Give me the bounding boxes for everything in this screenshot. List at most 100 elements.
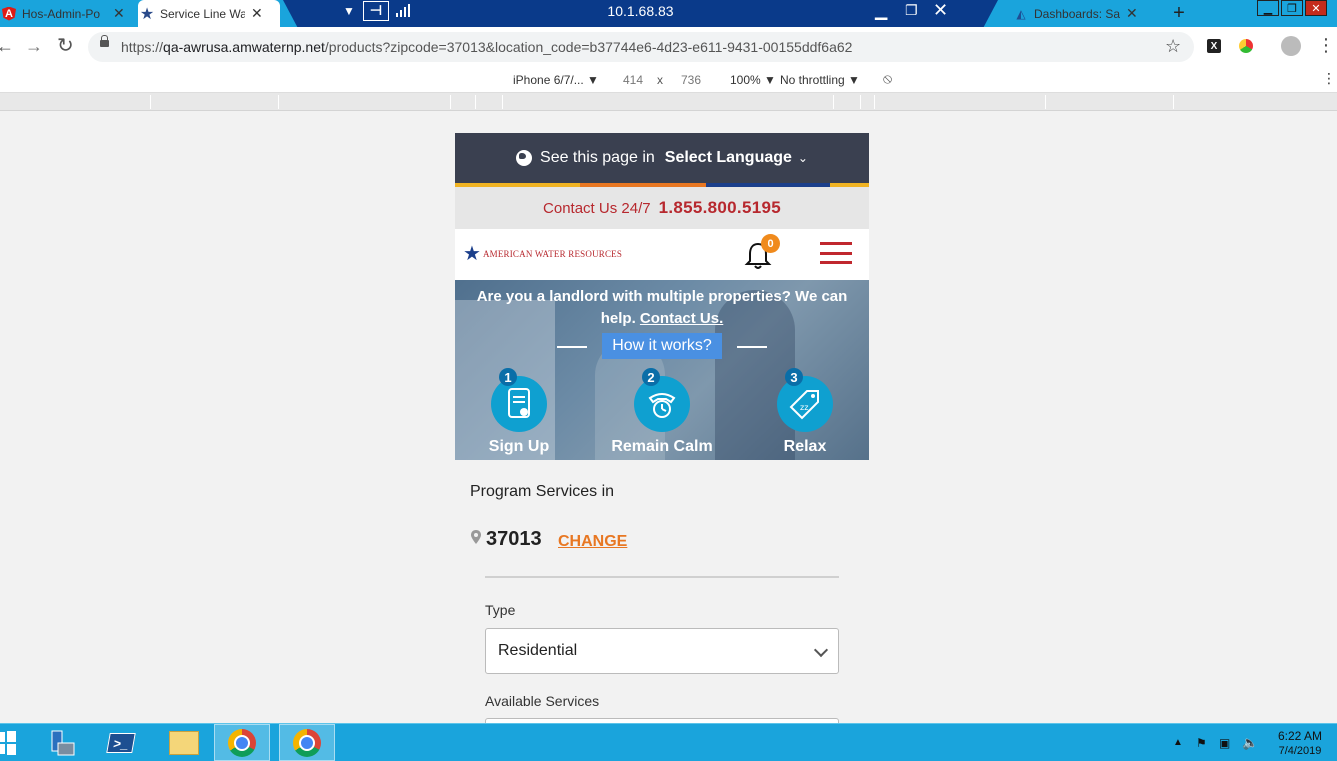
- kebab-menu-icon[interactable]: ⋮: [1322, 70, 1336, 87]
- ruler-tick: [502, 95, 503, 109]
- zoom-select[interactable]: 100% ▼: [730, 73, 776, 87]
- svg-text:zz: zz: [800, 403, 808, 412]
- powershell-button[interactable]: >_: [93, 724, 149, 761]
- step-relax: 3 zz Relax: [750, 368, 860, 456]
- browser-tab-strip: A Hos-Admin-Po ✕ ★ Service Line Wa ✕ ◭ D…: [0, 0, 1337, 27]
- volume-icon[interactable]: 🔈: [1242, 735, 1258, 751]
- server-manager-button[interactable]: [33, 724, 89, 761]
- type-select-value: Residential: [498, 642, 578, 659]
- tag-icon: 3 zz: [777, 368, 833, 432]
- throttling-select[interactable]: No throttling ▼: [780, 73, 860, 87]
- contact-us-link[interactable]: Contact Us.: [640, 310, 723, 327]
- tab-service-line[interactable]: ★ Service Line Wa ✕: [138, 0, 280, 27]
- chrome-taskbar-button[interactable]: [279, 724, 335, 761]
- ruler-tick: [1173, 95, 1174, 109]
- step-label: Relax: [783, 438, 827, 455]
- clock-date[interactable]: 7/4/2019: [1270, 745, 1330, 757]
- tab-title: Hos-Admin-Po: [22, 6, 101, 21]
- close-icon[interactable]: ✕: [113, 5, 125, 22]
- server-manager-icon: [51, 730, 75, 755]
- windows-taskbar: >_ ▲ ⚑ ▣ 🔈 6:22 AM 7/4/2019: [0, 723, 1337, 761]
- step-number: 1: [499, 368, 517, 386]
- profile-avatar[interactable]: [1281, 36, 1301, 56]
- kebab-menu-icon[interactable]: ⋮: [1317, 35, 1335, 56]
- reload-button[interactable]: ↻: [57, 33, 74, 58]
- step-remain-calm: 2 Remain Calm: [607, 368, 717, 456]
- tab-hos-admin[interactable]: A Hos-Admin-Po ✕: [0, 0, 132, 27]
- step-label: Sign Up: [488, 438, 550, 455]
- forward-button[interactable]: →: [25, 36, 43, 57]
- globe-icon: [516, 150, 533, 166]
- document-icon: 1: [491, 368, 547, 432]
- minimize-button[interactable]: ▁: [875, 1, 887, 21]
- language-bar: See this page in Select Language ⌄: [455, 133, 869, 183]
- type-select[interactable]: Residential: [485, 628, 839, 674]
- divider-line: [557, 346, 587, 348]
- tray-expand-icon[interactable]: ▲: [1173, 737, 1183, 748]
- restore-button[interactable]: ❐: [905, 2, 918, 19]
- extension-color-icon[interactable]: [1239, 39, 1253, 53]
- dashboard-icon: ◭: [1016, 6, 1026, 21]
- clock-time[interactable]: 6:22 AM: [1270, 729, 1330, 743]
- tab-title: Service Line Wa: [160, 6, 245, 21]
- new-tab-button[interactable]: +: [1168, 2, 1190, 25]
- language-select[interactable]: Select Language: [665, 149, 792, 167]
- rotate-icon[interactable]: ⦸: [883, 70, 892, 87]
- awr-logo[interactable]: ★ AMERICAN WATER RESOURCES: [463, 244, 622, 264]
- minimize-button[interactable]: ▁: [1257, 0, 1279, 16]
- remote-desktop-title: 10.1.68.83: [607, 3, 674, 19]
- hamburger-menu-icon[interactable]: [820, 242, 852, 264]
- window-controls: ▁ ❐ ✕: [1257, 0, 1327, 16]
- close-icon[interactable]: ✕: [251, 5, 263, 22]
- address-bar[interactable]: https://qa-awrusa.amwaternp.net/products…: [88, 32, 1194, 62]
- device-toolbar: iPhone 6/7/... ▼ 414 x 736 100% ▼ No thr…: [0, 67, 1337, 93]
- lock-icon[interactable]: [100, 35, 109, 47]
- device-select[interactable]: iPhone 6/7/... ▼: [513, 73, 599, 87]
- program-services-section: Program Services in 37013 CHANGE Type Re…: [455, 460, 869, 723]
- file-explorer-button[interactable]: [156, 724, 212, 761]
- windows-start-icon[interactable]: [0, 730, 18, 756]
- chrome-taskbar-button[interactable]: [214, 724, 270, 761]
- maximize-button[interactable]: ❐: [1281, 0, 1303, 16]
- back-button[interactable]: ←: [0, 36, 14, 57]
- ruler-tick: [860, 95, 861, 109]
- how-it-works-button[interactable]: How it works?: [602, 333, 722, 359]
- bookmark-star-icon[interactable]: ☆: [1165, 36, 1181, 57]
- action-center-flag-icon[interactable]: ⚑: [1196, 736, 1207, 750]
- tab-title: Dashboards: Sa: [1034, 6, 1120, 21]
- divider: [485, 576, 839, 578]
- media-query-ruler: [0, 93, 1337, 111]
- phone-clock-icon: 2: [634, 368, 690, 432]
- close-button[interactable]: ✕: [933, 0, 948, 21]
- hero-text: Are you a landlord with multiple propert…: [469, 286, 855, 330]
- step-number: 3: [785, 368, 803, 386]
- ruler-tick: [1045, 95, 1046, 109]
- menu-bar: [820, 261, 852, 264]
- step-label: Remain Calm: [611, 438, 713, 455]
- star-icon: ★: [463, 243, 481, 265]
- chrome-icon: [228, 728, 256, 757]
- star-icon: ★: [139, 5, 155, 23]
- notification-badge: 0: [761, 234, 780, 253]
- ruler-tick: [475, 95, 476, 109]
- ruler-tick: [450, 95, 451, 109]
- hero-banner: Are you a landlord with multiple propert…: [455, 280, 869, 460]
- viewport-height-input[interactable]: 736: [681, 73, 701, 87]
- extension-x-icon[interactable]: X: [1207, 39, 1221, 53]
- logo-text: AMERICAN WATER RESOURCES: [482, 249, 623, 259]
- url-text[interactable]: https://qa-awrusa.amwaternp.net/products…: [121, 39, 852, 55]
- close-button[interactable]: ✕: [1305, 0, 1327, 16]
- ruler-tick: [278, 95, 279, 109]
- change-zipcode-link[interactable]: CHANGE: [558, 533, 627, 551]
- type-label: Type: [485, 602, 516, 618]
- chrome-icon: [293, 728, 321, 757]
- close-icon[interactable]: ✕: [1126, 5, 1138, 22]
- url-scheme: https://: [121, 39, 164, 55]
- browser-toolbar: ← → ↻ https://qa-awrusa.amwaternp.net/pr…: [0, 27, 1337, 67]
- tab-dashboards[interactable]: ◭ Dashboards: Sa ✕: [1012, 0, 1157, 27]
- menu-bar: [820, 251, 852, 255]
- contact-phone-link[interactable]: 1.855.800.5195: [659, 198, 781, 218]
- network-icon[interactable]: ▣: [1219, 736, 1230, 750]
- chevron-down-icon[interactable]: ⌄: [798, 151, 808, 165]
- viewport-width-input[interactable]: 414: [623, 73, 643, 87]
